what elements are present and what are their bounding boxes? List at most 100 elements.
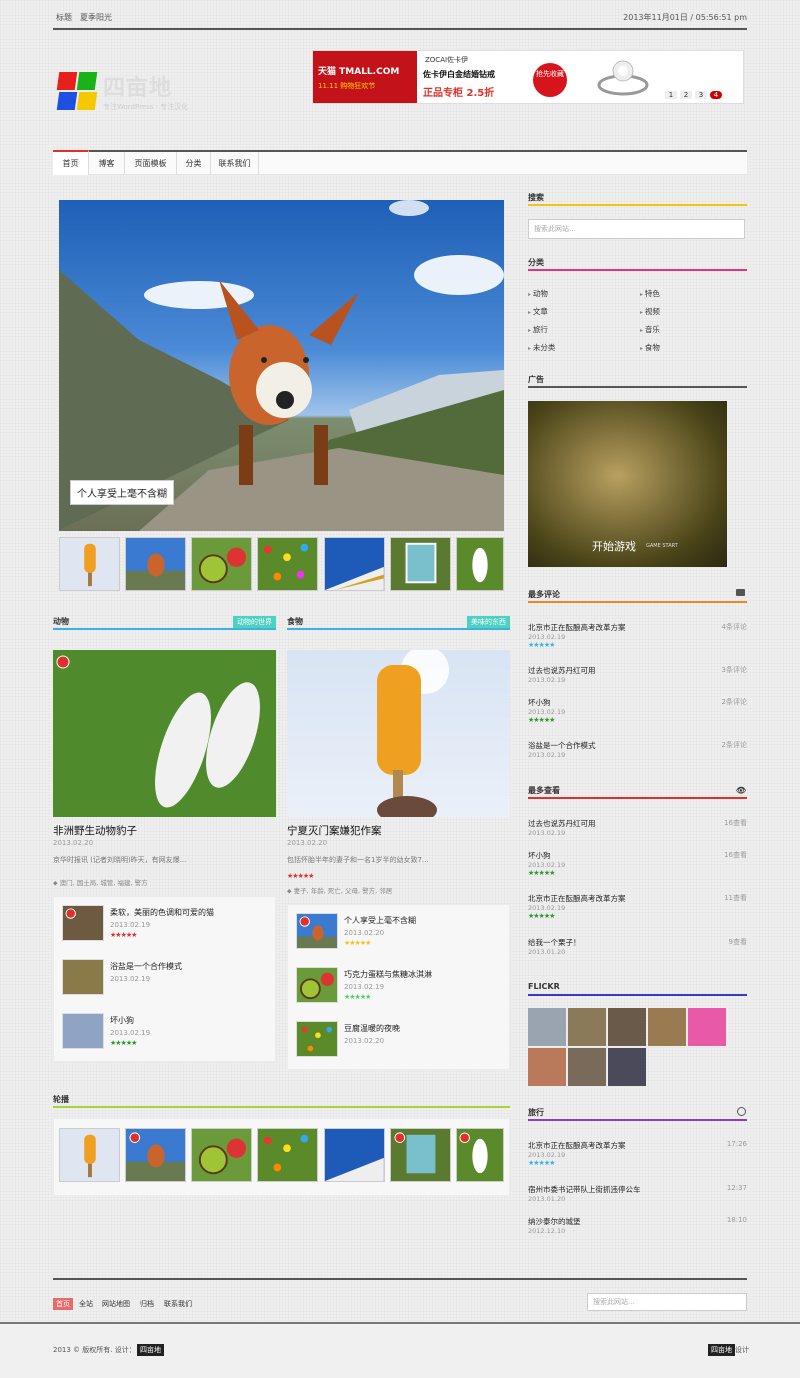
flickr-photo[interactable] [568, 1048, 606, 1086]
view-stars: ★★★★★ [528, 912, 555, 920]
flickr-photo[interactable] [568, 1008, 606, 1046]
carousel-thumb-building[interactable] [324, 1128, 385, 1182]
list-item[interactable]: 过去也说苏丹红可用 16查看 2013.02.19 [528, 818, 747, 848]
banner-page-2[interactable]: 2 [680, 91, 692, 99]
nav-categories[interactable]: 分类 [177, 152, 211, 175]
banner-page-4[interactable]: 4 [710, 91, 722, 99]
footer-brand[interactable]: 四亩地 [137, 1344, 164, 1356]
mini-title[interactable]: 豆腐温暖的夜晚 [344, 1023, 400, 1034]
carousel-thumb-chair[interactable] [390, 1128, 451, 1182]
nav-page-templates[interactable]: 页面模板 [125, 152, 177, 175]
ad-banner[interactable]: 天猫 TMALL.COM 11.11 购物狂欢节 ZOCAI佐卡伊 佐卡伊白金结… [312, 50, 744, 104]
list-item[interactable]: 北京市正在酝酿高考改革方案 11查看 2013.02.19 ★★★★★ [528, 893, 747, 923]
post-food-tags[interactable]: ⬥ 妻子, 年龄, 死亡, 父母, 警方, 邻居 [287, 885, 392, 896]
list-item[interactable]: 给我一个栗子！ 9查看 2013.01.20 [528, 937, 747, 967]
mini-title[interactable]: 巧克力蛋糕与焦糖冰淇淋 [344, 969, 432, 980]
footer-link-archive[interactable]: 归档 [140, 1299, 154, 1309]
top-label-title[interactable]: 标题 [56, 12, 72, 23]
category-article[interactable]: 文章 [528, 306, 548, 317]
mini-title[interactable]: 浴盐是一个合作模式 [110, 961, 182, 972]
list-item[interactable]: 坏小狗 16查看 2013.02.19 ★★★★★ [528, 850, 747, 880]
travel-title[interactable]: 北京市正在酝酿高考改革方案 [528, 1140, 747, 1151]
grab-button[interactable]: 抢先收藏 [533, 63, 567, 97]
list-item[interactable]: 北京市正在酝酿高考改革方案 4条评论 2013.02.19 ★★★★★ [528, 622, 747, 652]
category-travel[interactable]: 旅行 [528, 324, 548, 335]
footer-link-home[interactable]: 首页 [53, 1298, 73, 1310]
flickr-photo[interactable] [648, 1008, 686, 1046]
travel-title[interactable]: 纳沙泰尔的城堡 [528, 1216, 747, 1227]
carousel-thumb-kiwi[interactable] [191, 1128, 252, 1182]
list-item[interactable]: 北京市正在酝酿高考改革方案 17:26 2013.02.19 ★★★★★ [528, 1140, 747, 1170]
banner-page-1[interactable]: 1 [665, 91, 677, 99]
comment-title[interactable]: 北京市正在酝酿高考改革方案 [528, 622, 747, 633]
view-title[interactable]: 给我一个栗子！ [528, 937, 747, 948]
clock-icon [737, 1107, 746, 1116]
flickr-photo[interactable] [608, 1048, 646, 1086]
comment-title[interactable]: 浴盐是一个合作模式 [528, 740, 747, 751]
flickr-photo[interactable] [688, 1008, 726, 1046]
thumb-popsicle[interactable] [59, 537, 120, 591]
post-animal-image[interactable] [53, 650, 276, 817]
footer-link-all[interactable]: 全站 [79, 1299, 93, 1309]
list-item[interactable]: 柔软，美丽的色调和可爱的猫 2013.02.19 ★★★★★ [62, 905, 262, 957]
list-item[interactable]: 巧克力蛋糕与焦糖冰淇淋 2013.02.19 ★★★★★ [296, 967, 496, 1019]
mini-title[interactable]: 坏小狗 [110, 1015, 134, 1026]
category-featured[interactable]: 特色 [640, 288, 660, 299]
travel-time: 17:26 [726, 1140, 747, 1148]
footer-brand-right[interactable]: 四亩地 [708, 1344, 735, 1356]
thumb-chair[interactable] [390, 537, 451, 591]
comment-title[interactable]: 坏小狗 [528, 697, 747, 708]
flickr-photo[interactable] [608, 1008, 646, 1046]
carousel-thumb-popsicle[interactable] [59, 1128, 120, 1182]
bottom-bar: 2013 © 版权所有. 设计： 四亩地 四亩地 设计 [0, 1322, 800, 1378]
banner-page-3[interactable]: 3 [695, 91, 707, 99]
list-item[interactable]: 个人享受上毫不含糊 2013.02.20 ★★★★★ [296, 913, 496, 965]
sidebar-ad-image[interactable]: 开始游戏 GAME START [528, 401, 727, 567]
section-food-badge[interactable]: 美味的东西 [467, 616, 510, 628]
list-item[interactable]: 过去也说苏丹红可用 3条评论 2013.02.19 [528, 665, 747, 695]
carousel-thumb-flipflops[interactable] [456, 1128, 504, 1182]
section-animal-badge[interactable]: 动物的世界 [233, 616, 276, 628]
list-item[interactable]: 浴盐是一个合作模式 2条评论 2013.02.19 [528, 740, 747, 770]
nav-blog[interactable]: 博客 [89, 152, 125, 175]
comment-title[interactable]: 过去也说苏丹红可用 [528, 665, 747, 676]
list-item[interactable]: 宿州市委书记带队上街抓违停公车 12:37 2013.01.20 [528, 1184, 747, 1214]
category-food[interactable]: 食物 [640, 342, 660, 353]
post-animal-tags[interactable]: ⬥ 澳门, 国土局, 城管, 福建, 警方 [53, 877, 148, 888]
post-animal-title[interactable]: 非洲野生动物豹子 [53, 823, 137, 838]
top-label-summer[interactable]: 夏季阳光 [80, 12, 112, 23]
mini-title[interactable]: 个人享受上毫不含糊 [344, 915, 416, 926]
thumb-fox[interactable] [125, 537, 186, 591]
thumb-building[interactable] [324, 537, 385, 591]
flickr-photo[interactable] [528, 1008, 566, 1046]
view-title[interactable]: 北京市正在酝酿高考改革方案 [528, 893, 747, 904]
footer-link-sitemap[interactable]: 网站地图 [102, 1299, 130, 1309]
sidebar-search-input[interactable]: 搜索此网站... [528, 219, 745, 239]
view-title[interactable]: 坏小狗 [528, 850, 747, 861]
nav-home[interactable]: 首页 [53, 150, 89, 175]
thumb-candy[interactable] [257, 537, 318, 591]
list-item[interactable]: 豆腐温暖的夜晚 2013.02.20 [296, 1021, 496, 1073]
mini-title[interactable]: 柔软，美丽的色调和可爱的猫 [110, 907, 214, 918]
list-item[interactable]: 坏小狗 2条评论 2013.02.19 ★★★★★ [528, 697, 747, 727]
category-animal[interactable]: 动物 [528, 288, 548, 299]
carousel-thumb-candy[interactable] [257, 1128, 318, 1182]
post-food-title[interactable]: 宁夏灭门案嫌犯作案 [287, 823, 382, 838]
category-music[interactable]: 音乐 [640, 324, 660, 335]
footer-search-input[interactable]: 搜索此网站... [587, 1293, 747, 1311]
thumb-kiwi[interactable] [191, 537, 252, 591]
view-title[interactable]: 过去也说苏丹红可用 [528, 818, 747, 829]
list-item[interactable]: 坏小狗 2013.02.19 ★★★★★ [62, 1013, 262, 1065]
site-logo[interactable]: 四亩地 专注WordPress · 专注汉化 [56, 70, 196, 114]
category-uncategorized[interactable]: 未分类 [528, 342, 556, 353]
thumb-flipflops[interactable] [456, 537, 504, 591]
carousel-thumb-fox[interactable] [125, 1128, 186, 1182]
flickr-photo[interactable] [528, 1048, 566, 1086]
list-item[interactable]: 纳沙泰尔的城堡 18:10 2012.12.10 [528, 1216, 747, 1246]
nav-contact[interactable]: 联系我们 [211, 152, 259, 175]
footer-link-contact[interactable]: 联系我们 [164, 1299, 192, 1309]
post-food-image[interactable] [287, 650, 510, 817]
travel-title[interactable]: 宿州市委书记带队上街抓违停公车 [528, 1184, 747, 1195]
category-video[interactable]: 视频 [640, 306, 660, 317]
list-item[interactable]: 浴盐是一个合作模式 2013.02.19 [62, 959, 262, 1011]
